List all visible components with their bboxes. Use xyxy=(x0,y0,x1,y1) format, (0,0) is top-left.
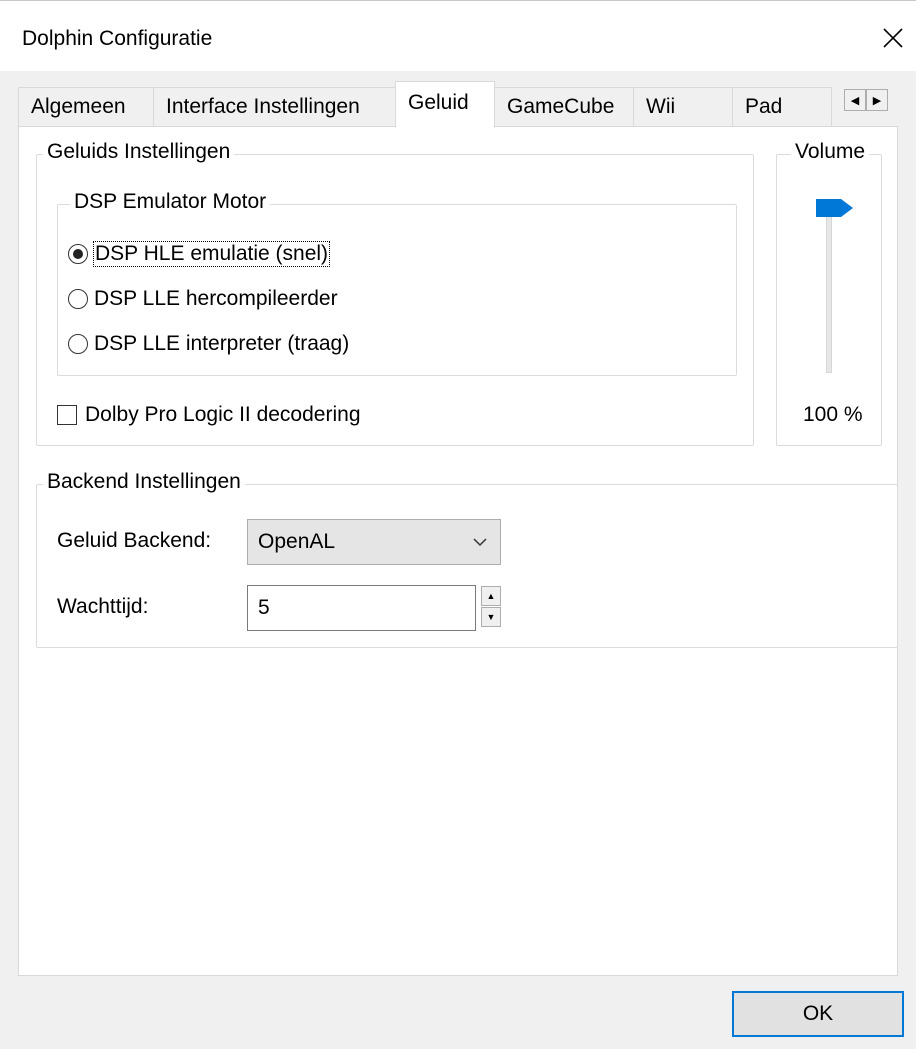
radio-button[interactable] xyxy=(68,334,88,354)
tab-interface-instellingen[interactable]: Interface Instellingen xyxy=(153,87,398,127)
volume-group: Volume 100 % xyxy=(776,140,882,446)
checkbox-label: Dolby Pro Logic II decodering xyxy=(85,403,361,426)
window-title: Dolphin Configuratie xyxy=(22,27,213,50)
ok-button[interactable]: OK xyxy=(732,991,904,1037)
group-legend: DSP Emulator Motor xyxy=(70,190,271,214)
tab-label: Geluid xyxy=(408,91,469,114)
radio-label: DSP LLE interpreter (traag) xyxy=(94,332,350,355)
arrow-right-icon: ▶ xyxy=(872,94,882,107)
tab-bar: Algemeen Interface Instellingen Geluid G… xyxy=(18,81,898,128)
tab-label: Pad xyxy=(745,95,783,118)
dialog-window: Dolphin Configuratie Algemeen Interface … xyxy=(0,0,916,1049)
arrow-left-icon: ◀ xyxy=(850,94,860,107)
group-legend: Volume xyxy=(791,140,870,164)
tab-scroll-right-button[interactable]: ▶ xyxy=(866,89,888,111)
latency-input-value: 5 xyxy=(258,596,270,619)
close-icon xyxy=(883,28,903,48)
radio-dsp-lle-interpreter[interactable]: DSP LLE interpreter (traag) xyxy=(68,332,349,356)
backend-select-value: OpenAL xyxy=(258,530,336,553)
volume-slider-thumb[interactable] xyxy=(815,197,855,219)
dolby-checkbox[interactable] xyxy=(57,405,77,425)
dsp-emulator-group: DSP Emulator Motor DSP HLE emulatie (sne… xyxy=(57,190,737,376)
chevron-down-icon xyxy=(473,538,487,547)
tab-page-geluid: Geluids Instellingen DSP Emulator Motor … xyxy=(18,126,898,976)
tab-wii[interactable]: Wii xyxy=(633,87,733,127)
group-legend: Backend Instellingen xyxy=(43,470,245,494)
radio-dsp-hle[interactable]: DSP HLE emulatie (snel) xyxy=(68,241,331,267)
volume-value: 100 % xyxy=(803,403,863,426)
sound-settings-group: Geluids Instellingen DSP Emulator Motor … xyxy=(36,140,754,446)
radio-label: DSP LLE hercompileerder xyxy=(94,287,338,310)
tab-geluid[interactable]: Geluid xyxy=(395,81,495,128)
latency-input[interactable]: 5 xyxy=(247,585,476,631)
dolby-checkbox-row[interactable]: Dolby Pro Logic II decodering xyxy=(57,403,361,427)
tab-label: Wii xyxy=(646,95,676,118)
tab-gamecube[interactable]: GameCube xyxy=(494,87,634,127)
arrow-down-icon: ▼ xyxy=(486,612,496,622)
tab-pad[interactable]: Pad xyxy=(732,87,832,127)
radio-label: DSP HLE emulatie (snel) xyxy=(92,241,331,267)
radio-dsp-lle-recompiler[interactable]: DSP LLE hercompileerder xyxy=(68,287,338,311)
latency-label: Wachttijd: xyxy=(57,595,149,618)
radio-button[interactable] xyxy=(68,289,88,309)
radio-selected-dot xyxy=(73,249,83,259)
title-bar: Dolphin Configuratie xyxy=(0,1,916,71)
backend-select[interactable]: OpenAL xyxy=(247,519,501,565)
latency-increment-button[interactable]: ▲ xyxy=(481,586,501,606)
tab-algemeen[interactable]: Algemeen xyxy=(18,87,154,127)
tab-label: Algemeen xyxy=(31,95,126,118)
latency-decrement-button[interactable]: ▼ xyxy=(481,607,501,627)
backend-settings-group: Backend Instellingen Geluid Backend: Ope… xyxy=(36,470,898,648)
backend-label: Geluid Backend: xyxy=(57,529,212,552)
volume-slider-track[interactable] xyxy=(826,205,832,373)
tab-scroll-left-button[interactable]: ◀ xyxy=(844,89,866,111)
tab-label: Interface Instellingen xyxy=(166,95,360,118)
arrow-up-icon: ▲ xyxy=(486,591,496,601)
group-legend: Geluids Instellingen xyxy=(43,140,235,164)
close-button[interactable] xyxy=(870,15,916,61)
radio-button[interactable] xyxy=(68,244,88,264)
tab-label: GameCube xyxy=(507,95,615,118)
